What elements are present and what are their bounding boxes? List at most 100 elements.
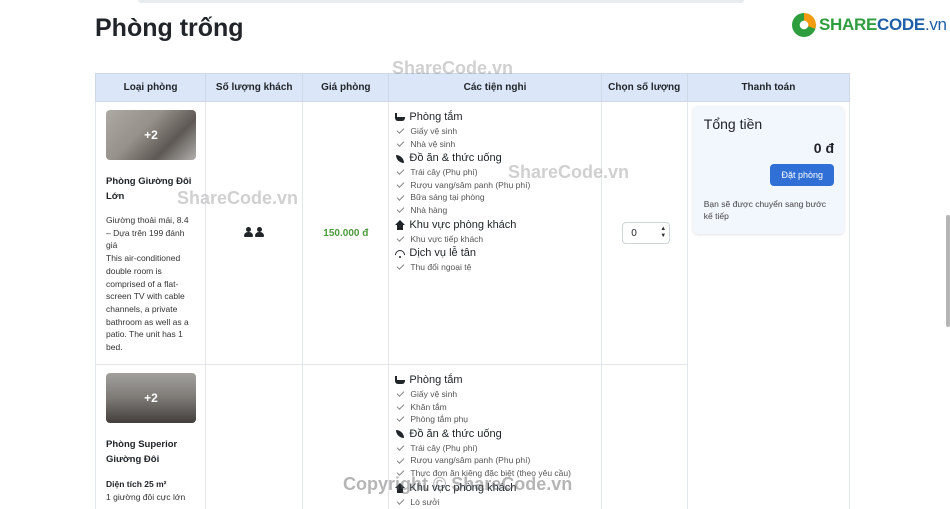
quantity-cell: 0 ▲ ▼ <box>600 101 688 365</box>
room-type-cell: +2 Phòng Superior Giường Đôi Diện tích 2… <box>95 364 207 509</box>
check-icon <box>396 443 405 451</box>
check-icon <box>396 496 405 505</box>
amenity-label: Giấy vệ sinh <box>410 126 458 136</box>
check-icon <box>396 389 405 398</box>
amenity-label: Khu vực tiếp khách <box>410 233 484 244</box>
amenity-group: Khu vực phòng khách Khu vực tiếp khách <box>395 218 600 246</box>
amenity-item: Giấy vệ sinh <box>395 388 600 401</box>
amenities-cell: Phòng tắm Giấy vệ sinh Khăn tắm Phòng tắ… <box>388 364 602 509</box>
rooms-table: Loại phòng Số lượng khách Giá phòng Các … <box>95 73 850 509</box>
amenity-label: Thu đổi ngoại tệ <box>410 262 472 273</box>
check-icon <box>396 233 405 242</box>
person-icon <box>244 227 254 237</box>
book-room-button[interactable]: Đặt phòng <box>770 164 834 186</box>
check-icon <box>396 402 405 410</box>
more-photos-badge[interactable]: +2 <box>106 110 196 160</box>
guests-cell <box>205 101 304 365</box>
amenity-item: Khăn tắm <box>395 401 600 414</box>
home-icon <box>395 220 406 231</box>
more-photos-badge[interactable]: +2 <box>106 373 196 423</box>
check-icon <box>396 192 405 201</box>
bath-icon <box>395 112 406 123</box>
room-photo[interactable]: +2 <box>106 373 196 423</box>
sharecode-logo-icon <box>792 13 816 37</box>
amenity-group-title: Phòng tắm <box>409 374 463 386</box>
amenity-group-title: Dịch vụ lễ tân <box>409 247 477 260</box>
amenity-item: Bữa sáng tại phòng <box>395 191 600 204</box>
amenity-label: Nhà vệ sinh <box>410 138 456 149</box>
amenity-item: Phòng tắm phụ <box>395 413 600 426</box>
check-icon <box>396 180 405 188</box>
logo-text-domain: .vn <box>924 15 947 34</box>
header-amenities: Các tiện nghi <box>388 73 602 102</box>
check-icon <box>396 414 405 423</box>
stepper-down-icon[interactable]: ▼ <box>660 233 666 240</box>
amenity-item: Khu vực tiếp khách <box>395 233 600 246</box>
total-title: Tổng tiền <box>703 116 763 132</box>
amenity-item: Trái cây (Phụ phí) <box>395 166 600 179</box>
amenity-label: Khăn tắm <box>410 401 447 412</box>
check-icon <box>396 126 405 135</box>
room-name[interactable]: Phòng Superior Giường Đôi <box>106 437 195 467</box>
room-description: Giường thoải mái, 8.4 – Dựa trên 199 đán… <box>106 215 189 353</box>
amenity-item: Rượu vang/sâm panh (Phụ phí) <box>395 179 600 192</box>
amenity-label: Rượu vang/sâm panh (Phụ phí) <box>410 455 531 466</box>
check-icon <box>396 139 405 147</box>
room-description: 1 giường đôi cực lớn <box>106 492 186 502</box>
amenity-item: Nhà vệ sinh <box>395 138 600 151</box>
bath-icon <box>395 375 406 386</box>
scrollbar-thumb[interactable] <box>946 215 950 327</box>
room-photo[interactable]: +2 <box>106 110 196 160</box>
amenity-label: Trái cây (Phụ phí) <box>410 442 478 453</box>
amenity-label: Trái cây (Phụ phí) <box>410 167 478 178</box>
amenity-group: Đồ ăn & thức uống Trái cây (Phụ phí) Rượ… <box>395 427 600 480</box>
amenity-group-title: Khu vực phòng khách <box>409 481 517 494</box>
wifi-icon <box>395 249 405 259</box>
header-payment: Thanh toán <box>686 73 850 102</box>
amenity-item: Trái cây (Phụ phí) <box>395 442 600 455</box>
leaf-icon <box>395 154 405 164</box>
stepper-up-icon[interactable]: ▲ <box>660 226 666 233</box>
amenity-label: Bữa sáng tại phòng <box>410 192 485 203</box>
quantity-value[interactable]: 0 <box>631 228 637 239</box>
amenities-cell: Phòng tắm Giấy vệ sinh Nhà vệ sinh Đồ ăn… <box>388 101 602 365</box>
page-title: Phòng trống <box>95 14 244 42</box>
amenity-label: Phòng tắm phụ <box>410 414 469 425</box>
amenity-group-title: Đồ ăn & thức uống <box>409 427 502 440</box>
price-cell <box>302 364 390 509</box>
header-guests: Số lượng khách <box>205 73 304 102</box>
header-room-type: Loại phòng <box>95 73 207 102</box>
home-icon <box>395 483 406 494</box>
amenity-group-title: Khu vực phòng khách <box>409 218 517 231</box>
stepper-arrows-icon[interactable]: ▲ ▼ <box>660 226 666 240</box>
top-bar <box>138 0 744 3</box>
room-price: 150.000 đ <box>323 227 369 239</box>
amenity-label: Nhà hàng <box>410 204 448 215</box>
room-name[interactable]: Phòng Giường Đôi Lớn <box>106 174 195 204</box>
amenity-item: Rượu vang/sâm panh (Phụ phí) <box>395 454 600 467</box>
amenity-item: Thực đơn ăn kiêng đặc biệt (theo yêu cầu… <box>395 467 600 480</box>
header-price: Giá phòng <box>302 73 390 102</box>
total-amount: 0 đ <box>813 140 834 156</box>
amenity-item: Lò sưởi <box>395 496 600 509</box>
quantity-cell <box>600 364 688 509</box>
amenity-group: Phòng tắm Giấy vệ sinh Khăn tắm Phòng tắ… <box>395 373 600 426</box>
amenity-group: Phòng tắm Giấy vệ sinh Nhà vệ sinh <box>395 110 600 150</box>
amenity-group: Đồ ăn & thức uống Trái cây (Phụ phí) Rượ… <box>395 151 600 216</box>
header-quantity: Chọn số lượng <box>600 73 688 102</box>
check-icon <box>396 455 405 464</box>
check-icon <box>396 205 405 214</box>
amenity-label: Giấy vệ sinh <box>410 389 458 399</box>
check-icon <box>396 167 405 176</box>
check-icon <box>396 468 405 477</box>
amenity-item: Thu đổi ngoại tệ <box>395 261 600 274</box>
amenity-group: Dịch vụ lễ tân Thu đổi ngoại tệ <box>395 246 600 274</box>
table-header-row: Loại phòng Số lượng khách Giá phòng Các … <box>95 73 850 102</box>
amenity-item: Nhà hàng <box>395 204 600 217</box>
payment-summary-card: Tổng tiền 0 đ Đặt phòng Bạn sẽ được chuy… <box>692 106 844 234</box>
table-row: +2 Phòng Giường Đôi Lớn Giường thoải mái… <box>95 101 850 509</box>
room-type-cell: +2 Phòng Giường Đôi Lớn Giường thoải mái… <box>95 101 207 365</box>
amenity-group-title: Phòng tắm <box>409 111 463 123</box>
amenity-label: Rượu vang/sâm panh (Phụ phí) <box>410 179 531 190</box>
quantity-stepper[interactable]: 0 ▲ ▼ <box>622 222 671 244</box>
